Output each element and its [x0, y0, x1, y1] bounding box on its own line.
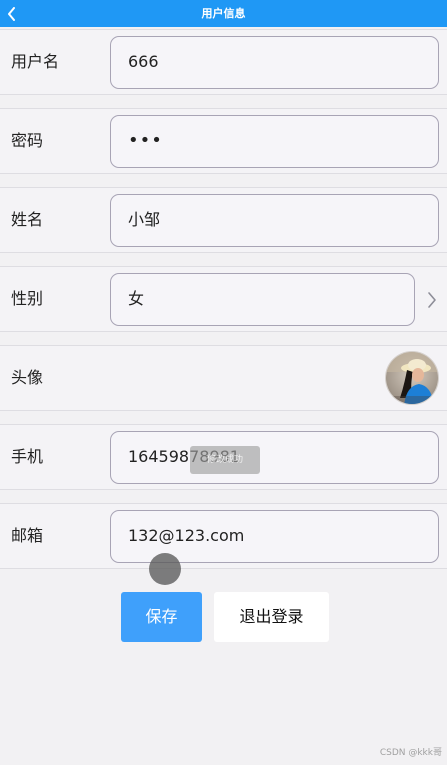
avatar-label: 头像 — [11, 368, 44, 387]
top-bar: 用户信息 — [0, 0, 447, 27]
email-row: 邮箱 132@123.com — [0, 503, 447, 569]
username-row: 用户名 666 — [0, 29, 447, 95]
avatar-photo[interactable] — [385, 351, 439, 405]
phone-input[interactable]: 16459878981 — [110, 431, 439, 484]
logout-button[interactable]: 退出登录 — [214, 592, 329, 642]
page-title: 用户信息 — [201, 7, 246, 20]
gender-row: 性别 女 — [0, 266, 447, 332]
password-row: 密码 ••• — [0, 108, 447, 174]
name-label: 姓名 — [11, 210, 44, 229]
avatar-row: 头像 — [0, 345, 447, 411]
gender-select[interactable]: 女 — [110, 273, 415, 326]
name-row: 姓名 小邹 — [0, 187, 447, 253]
save-button[interactable]: 保存 — [121, 592, 202, 642]
password-input[interactable]: ••• — [110, 115, 439, 168]
phone-label: 手机 — [11, 447, 44, 466]
chevron-left-icon — [7, 6, 15, 21]
avatar-image — [386, 352, 438, 404]
gender-label: 性别 — [11, 289, 44, 308]
user-info-page: 用户信息 用户名 666 密码 ••• 姓名 小邹 性别 女 头像 手机 164… — [0, 0, 447, 765]
name-input[interactable]: 小邹 — [110, 194, 439, 247]
email-label: 邮箱 — [11, 526, 44, 545]
watermark: CSDN @kkk哥 — [379, 748, 442, 758]
username-label: 用户名 — [11, 52, 60, 71]
email-input[interactable]: 132@123.com — [110, 510, 439, 563]
username-input[interactable]: 666 — [110, 36, 439, 89]
back-button[interactable] — [2, 0, 20, 27]
password-label: 密码 — [11, 131, 44, 150]
phone-row: 手机 16459878981 — [0, 424, 447, 490]
chevron-right-icon[interactable] — [426, 290, 438, 310]
